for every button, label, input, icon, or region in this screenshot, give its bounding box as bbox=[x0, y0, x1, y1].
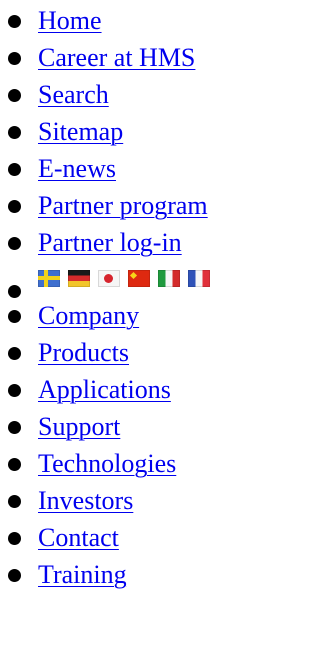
training-link[interactable]: Training bbox=[38, 556, 127, 593]
bullet-icon bbox=[8, 285, 21, 298]
bullet-icon bbox=[8, 126, 21, 139]
bullet-icon bbox=[8, 15, 21, 28]
products-link[interactable]: Products bbox=[38, 334, 129, 371]
france-flag-icon[interactable] bbox=[188, 270, 210, 287]
sweden-flag-icon[interactable] bbox=[38, 270, 60, 287]
bullet-icon bbox=[8, 495, 21, 508]
bullet-icon bbox=[8, 310, 21, 323]
language-flags bbox=[38, 270, 210, 287]
bullet-icon bbox=[8, 532, 21, 545]
partner-login-link[interactable]: Partner log-in bbox=[38, 224, 182, 261]
company-link[interactable]: Company bbox=[38, 297, 139, 334]
bullet-icon bbox=[8, 200, 21, 213]
technologies-link[interactable]: Technologies bbox=[38, 445, 176, 482]
bullet-icon bbox=[8, 458, 21, 471]
china-flag-icon[interactable] bbox=[128, 270, 150, 287]
partner-program-link[interactable]: Partner program bbox=[38, 187, 208, 224]
bullet-icon bbox=[8, 52, 21, 65]
sitemap-link[interactable]: Sitemap bbox=[38, 113, 123, 150]
e-news-link[interactable]: E-news bbox=[38, 150, 116, 187]
applications-link[interactable]: Applications bbox=[38, 371, 171, 408]
contact-link[interactable]: Contact bbox=[38, 519, 119, 556]
germany-flag-icon[interactable] bbox=[68, 270, 90, 287]
bullet-icon bbox=[8, 569, 21, 582]
italy-flag-icon[interactable] bbox=[158, 270, 180, 287]
career-link[interactable]: Career at HMS bbox=[38, 39, 195, 76]
investors-link[interactable]: Investors bbox=[38, 482, 133, 519]
search-link[interactable]: Search bbox=[38, 76, 109, 113]
bullet-icon bbox=[8, 347, 21, 360]
bullet-icon bbox=[8, 384, 21, 397]
bullet-icon bbox=[8, 163, 21, 176]
bullet-icon bbox=[8, 421, 21, 434]
bullet-icon bbox=[8, 89, 21, 102]
japan-flag-icon[interactable] bbox=[98, 270, 120, 287]
bullet-icon bbox=[8, 237, 21, 250]
support-link[interactable]: Support bbox=[38, 408, 120, 445]
home-link[interactable]: Home bbox=[38, 2, 102, 39]
